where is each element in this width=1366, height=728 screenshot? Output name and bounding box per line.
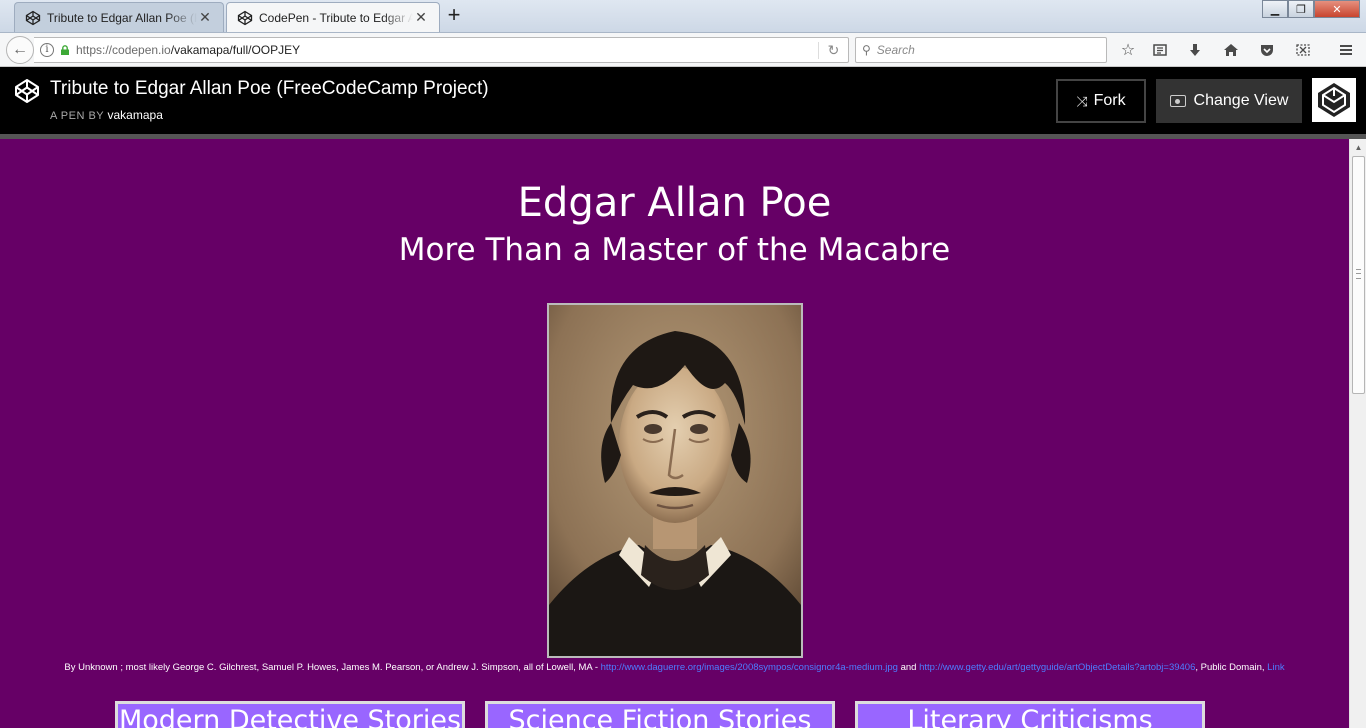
change-view-button[interactable]: Change View [1156,79,1302,123]
section-nav: Modern Detective Stories Science Fiction… [0,701,1349,728]
back-arrow-icon: ← [12,41,28,58]
menu-icon[interactable] [1336,40,1356,60]
search-placeholder: Search [876,43,915,57]
screenshot-icon[interactable] [1293,40,1313,60]
url-host: https://codepen.io [76,43,171,57]
nav-box-science-fiction[interactable]: Science Fiction Stories [485,701,835,728]
window-maximize-button[interactable]: ❐ [1288,0,1314,18]
caption-text-and: and [897,662,920,673]
pen-title: Tribute to Edgar Allan Poe (FreeCodeCamp… [50,78,489,99]
codepen-logo-icon[interactable] [14,78,40,104]
page-subtitle: More Than a Master of the Macabre [398,232,951,268]
caption-link-getty[interactable]: http://www.getty.edu/art/gettyguide/artO… [919,662,1195,673]
url-text[interactable]: https://codepen.io/vakamapa/full/OOPJEY [76,43,818,57]
scrollbar-thumb[interactable] [1352,156,1365,394]
reader-list-icon[interactable] [1150,40,1170,60]
site-info-icon[interactable]: i [40,43,54,57]
avatar-logo-icon [1314,80,1354,120]
fork-icon: ⤨ [1076,92,1088,109]
grip-icon [1356,269,1361,279]
pocket-icon[interactable] [1257,40,1277,60]
url-path: /vakamapa/full/OOPJEY [170,43,301,57]
page-content: Edgar Allan Poe More Than a Master of th… [0,139,1349,728]
tab-close-icon[interactable]: ✕ [197,9,213,26]
browser-tab-codepen[interactable]: CodePen - Tribute to Edgar A ✕ [226,2,440,32]
browser-tab-strip: Tribute to Edgar Allan Poe (F ✕ CodePen … [0,0,1366,33]
poe-portrait-image [547,303,803,658]
lock-icon [61,45,69,55]
fork-button[interactable]: ⤨ Fork [1056,79,1146,123]
tab-close-icon[interactable]: ✕ [413,9,429,26]
window-close-button[interactable]: ✕ [1314,0,1360,18]
search-input[interactable]: ⚲ Search [855,37,1107,63]
image-caption: By Unknown ; most likely George C. Gilch… [0,662,1349,673]
caption-text-license: , Public Domain, [1195,662,1268,673]
caption-link-source[interactable]: Link [1267,662,1284,673]
eye-icon [1169,95,1186,107]
caption-link-daguerre[interactable]: http://www.daguerre.org/images/2008sympo… [601,662,898,673]
pen-byline: A PEN BY vakamapa [50,108,163,122]
search-icon: ⚲ [862,43,871,57]
caption-text-attribution: By Unknown ; most likely George C. Gilch… [64,662,601,673]
portrait-illustration [549,305,801,656]
codepen-header: Tribute to Edgar Allan Poe (FreeCodeCamp… [0,67,1366,134]
nav-box-detective-stories[interactable]: Modern Detective Stories [115,701,465,728]
scroll-up-icon[interactable]: ▲ [1350,139,1366,156]
page-scrollbar[interactable]: ▲ [1349,139,1366,728]
page-title: Edgar Allan Poe [517,180,832,226]
download-icon[interactable] [1185,40,1205,60]
home-icon[interactable] [1221,40,1241,60]
bookmark-star-icon[interactable]: ☆ [1118,40,1138,60]
change-view-label: Change View [1193,92,1289,109]
address-bar[interactable]: i https://codepen.io/vakamapa/full/OOPJE… [34,37,849,63]
window-minimize-button[interactable]: ▁ [1262,0,1288,18]
tab-title: CodePen - Tribute to Edgar A [259,10,413,25]
browser-nav-bar: ← i https://codepen.io/vakamapa/full/OOP… [0,33,1366,67]
reload-icon[interactable]: ↻ [818,41,848,59]
window-controls: ▁ ❐ ✕ [1262,0,1360,18]
back-button[interactable]: ← [6,36,34,64]
tab-title: Tribute to Edgar Allan Poe (F [47,10,197,25]
nav-box-literary-criticisms[interactable]: Literary Criticisms [855,701,1205,728]
codepen-favicon-icon [25,10,41,25]
fork-label: Fork [1093,92,1126,109]
author-link[interactable]: vakamapa [108,108,163,122]
browser-tab-tribute[interactable]: Tribute to Edgar Allan Poe (F ✕ [14,2,224,32]
byline-prefix: A PEN BY [50,110,104,122]
user-avatar[interactable] [1312,78,1356,122]
codepen-favicon-icon [237,10,253,25]
new-tab-button[interactable]: + [442,4,466,28]
